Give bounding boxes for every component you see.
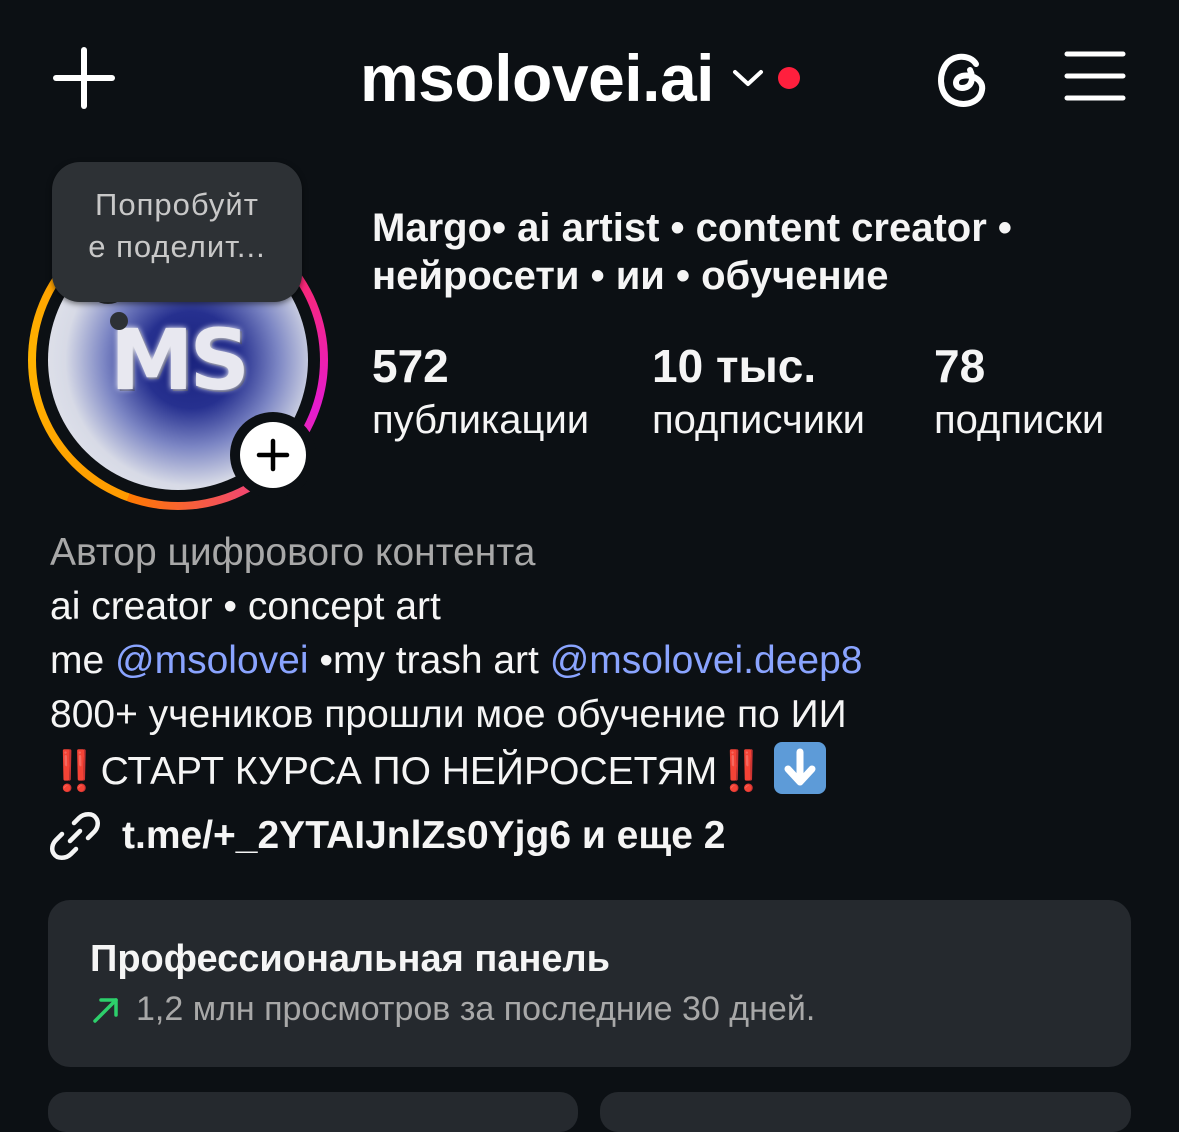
tooltip-text: Попробуйт е поделит... [88, 187, 266, 264]
top-bar: msolovei.ai [0, 0, 1179, 150]
stat-value: 78 [934, 340, 986, 392]
stat-label: подписки [934, 398, 1105, 442]
panel-title: Профессиональная панель [90, 938, 611, 980]
bio-text: СТАРТ КУРСА ПО НЕЙРОСЕТЯМ [100, 750, 718, 793]
profile-name: Margo• ai artist • content creator • ней… [372, 206, 1012, 298]
bio-line: me @msolovei •my trash art @msolovei.dee… [50, 634, 1150, 688]
tooltip-tail [110, 312, 128, 330]
double-exclamation-icon: ‼️ [50, 750, 99, 793]
profile-link[interactable]: t.me/+_2YTAIJnlZs0Yjg6 и еще 2 [48, 806, 726, 866]
bio-text: me [50, 639, 116, 682]
bio-line: ai creator • concept art [50, 585, 441, 628]
hamburger-menu-icon[interactable] [1064, 50, 1126, 102]
stat-followers[interactable]: 10 тыс. подписчики [652, 338, 865, 448]
note-tooltip[interactable]: Попробуйт е поделит... [52, 162, 302, 302]
share-profile-button[interactable] [600, 1092, 1131, 1132]
chevron-down-icon [733, 70, 763, 86]
stat-label: публикации [372, 398, 590, 442]
add-story-button[interactable] [230, 412, 316, 498]
bio-line: ‼️ СТАРТ КУРСА ПО НЕЙРОСЕТЯМ‼️ [50, 742, 1150, 799]
bio: Автор цифрового контента ai creator • co… [50, 526, 1150, 799]
edit-profile-button[interactable] [48, 1092, 578, 1132]
threads-icon[interactable] [930, 46, 994, 110]
username: msolovei.ai [360, 41, 715, 115]
account-switcher[interactable]: msolovei.ai [360, 38, 800, 118]
bio-line: 800+ учеников прошли мое обучение по ИИ [50, 693, 847, 736]
mention-link[interactable]: @msolovei.deep8 [550, 639, 863, 682]
panel-subtitle-text: 1,2 млн просмотров за последние 30 дней. [136, 990, 816, 1028]
double-exclamation-icon: ‼️ [717, 750, 766, 793]
stat-following[interactable]: 78 подписки [934, 338, 1104, 448]
trend-up-icon [93, 997, 118, 1023]
bio-category: Автор цифрового контента [50, 531, 536, 574]
link-text: t.me/+_2YTAIJnlZs0Yjg6 и еще 2 [122, 814, 726, 857]
professional-dashboard[interactable]: Профессиональная панель 1,2 млн просмотр… [48, 900, 1131, 1067]
stat-label: подписчики [652, 398, 865, 442]
notification-dot [778, 67, 800, 89]
add-icon [256, 438, 290, 472]
link-icon [50, 812, 100, 860]
panel-subtitle: 1,2 млн просмотров за последние 30 дней. [90, 990, 815, 1029]
mention-link[interactable]: @msolovei [115, 639, 308, 682]
stat-posts[interactable]: 572 публикации [372, 338, 589, 448]
stat-value: 10 тыс. [652, 340, 817, 392]
bio-text: •my trash art [308, 639, 550, 682]
stat-value: 572 [372, 340, 449, 392]
down-arrow-icon [773, 742, 826, 794]
plus-icon[interactable] [52, 46, 116, 110]
